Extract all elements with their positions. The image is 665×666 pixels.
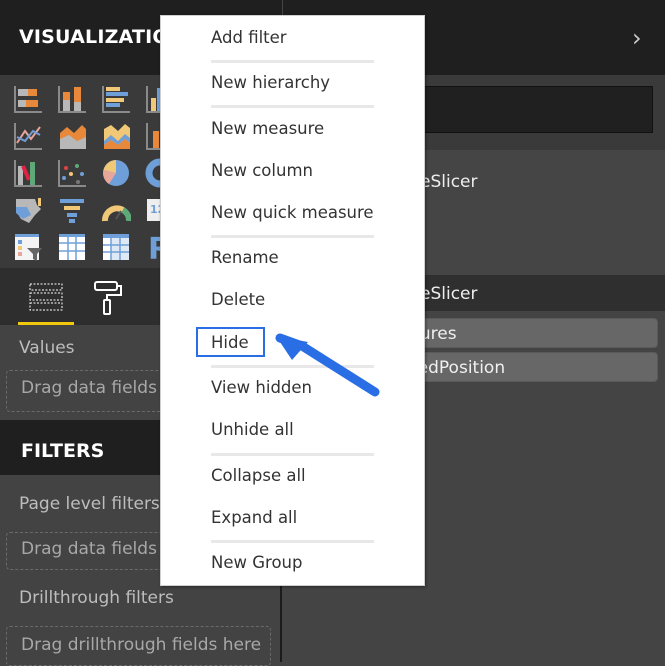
area-chart-icon[interactable] (57, 121, 87, 151)
table-icon[interactable] (57, 232, 87, 262)
menu-item-new-hierarchy[interactable]: New hierarchy (211, 73, 330, 92)
arrow-annotation-icon (275, 333, 380, 397)
table-name[interactable]: eSlicer (420, 172, 478, 192)
menu-item-new-group[interactable]: New Group (211, 553, 302, 572)
slicer-icon[interactable] (13, 232, 43, 262)
stacked-bar-chart-icon[interactable] (13, 84, 43, 114)
search-input[interactable] (424, 86, 653, 133)
menu-item-new-quick-measure[interactable]: New quick measure (211, 203, 374, 222)
gauge-icon[interactable] (101, 195, 132, 225)
menu-item-collapse-all[interactable]: Collapse all (211, 466, 306, 485)
menu-item-rename[interactable]: Rename (211, 248, 279, 267)
fields-icon (29, 283, 63, 311)
menu-item-new-column[interactable]: New column (211, 161, 313, 180)
active-tab-indicator (18, 322, 74, 325)
menu-separator (211, 235, 374, 238)
filled-map-icon[interactable] (13, 195, 43, 225)
menu-item-expand-all[interactable]: Expand all (211, 508, 297, 527)
menu-item-new-measure[interactable]: New measure (211, 119, 324, 138)
selected-table-name: eSlicer (420, 284, 478, 304)
stacked-area-chart-icon[interactable] (101, 121, 131, 151)
menu-item-delete[interactable]: Delete (211, 290, 265, 309)
funnel-icon[interactable] (57, 195, 87, 225)
clustered-bar-chart-icon[interactable] (101, 84, 131, 114)
scatter-chart-icon[interactable] (57, 158, 87, 188)
format-paint-roller-icon[interactable] (92, 280, 124, 316)
line-chart-icon[interactable] (13, 121, 43, 151)
fields-tab[interactable] (18, 268, 74, 325)
context-menu: Add filter New hierarchy New measure New… (160, 15, 425, 586)
drillthrough-filters-label: Drillthrough filters (19, 588, 174, 608)
filters-title: FILTERS (21, 440, 105, 462)
menu-item-hide[interactable]: Hide (211, 333, 249, 352)
menu-separator (211, 540, 374, 543)
menu-separator (211, 60, 374, 63)
values-label: Values (19, 338, 75, 358)
ribbon-chart-icon[interactable] (13, 158, 43, 188)
drillthrough-drop-zone[interactable]: Drag drillthrough fields here (6, 626, 271, 666)
menu-item-unhide-all[interactable]: Unhide all (211, 420, 294, 439)
chevron-right-icon[interactable]: › (632, 24, 642, 52)
stacked-column-chart-icon[interactable] (57, 84, 87, 114)
pie-chart-icon[interactable] (101, 158, 131, 188)
matrix-icon[interactable] (101, 232, 131, 262)
menu-separator (211, 453, 374, 456)
page-level-filters-label: Page level filters (19, 494, 160, 514)
menu-separator (211, 105, 374, 108)
menu-item-add-filter[interactable]: Add filter (211, 28, 287, 47)
